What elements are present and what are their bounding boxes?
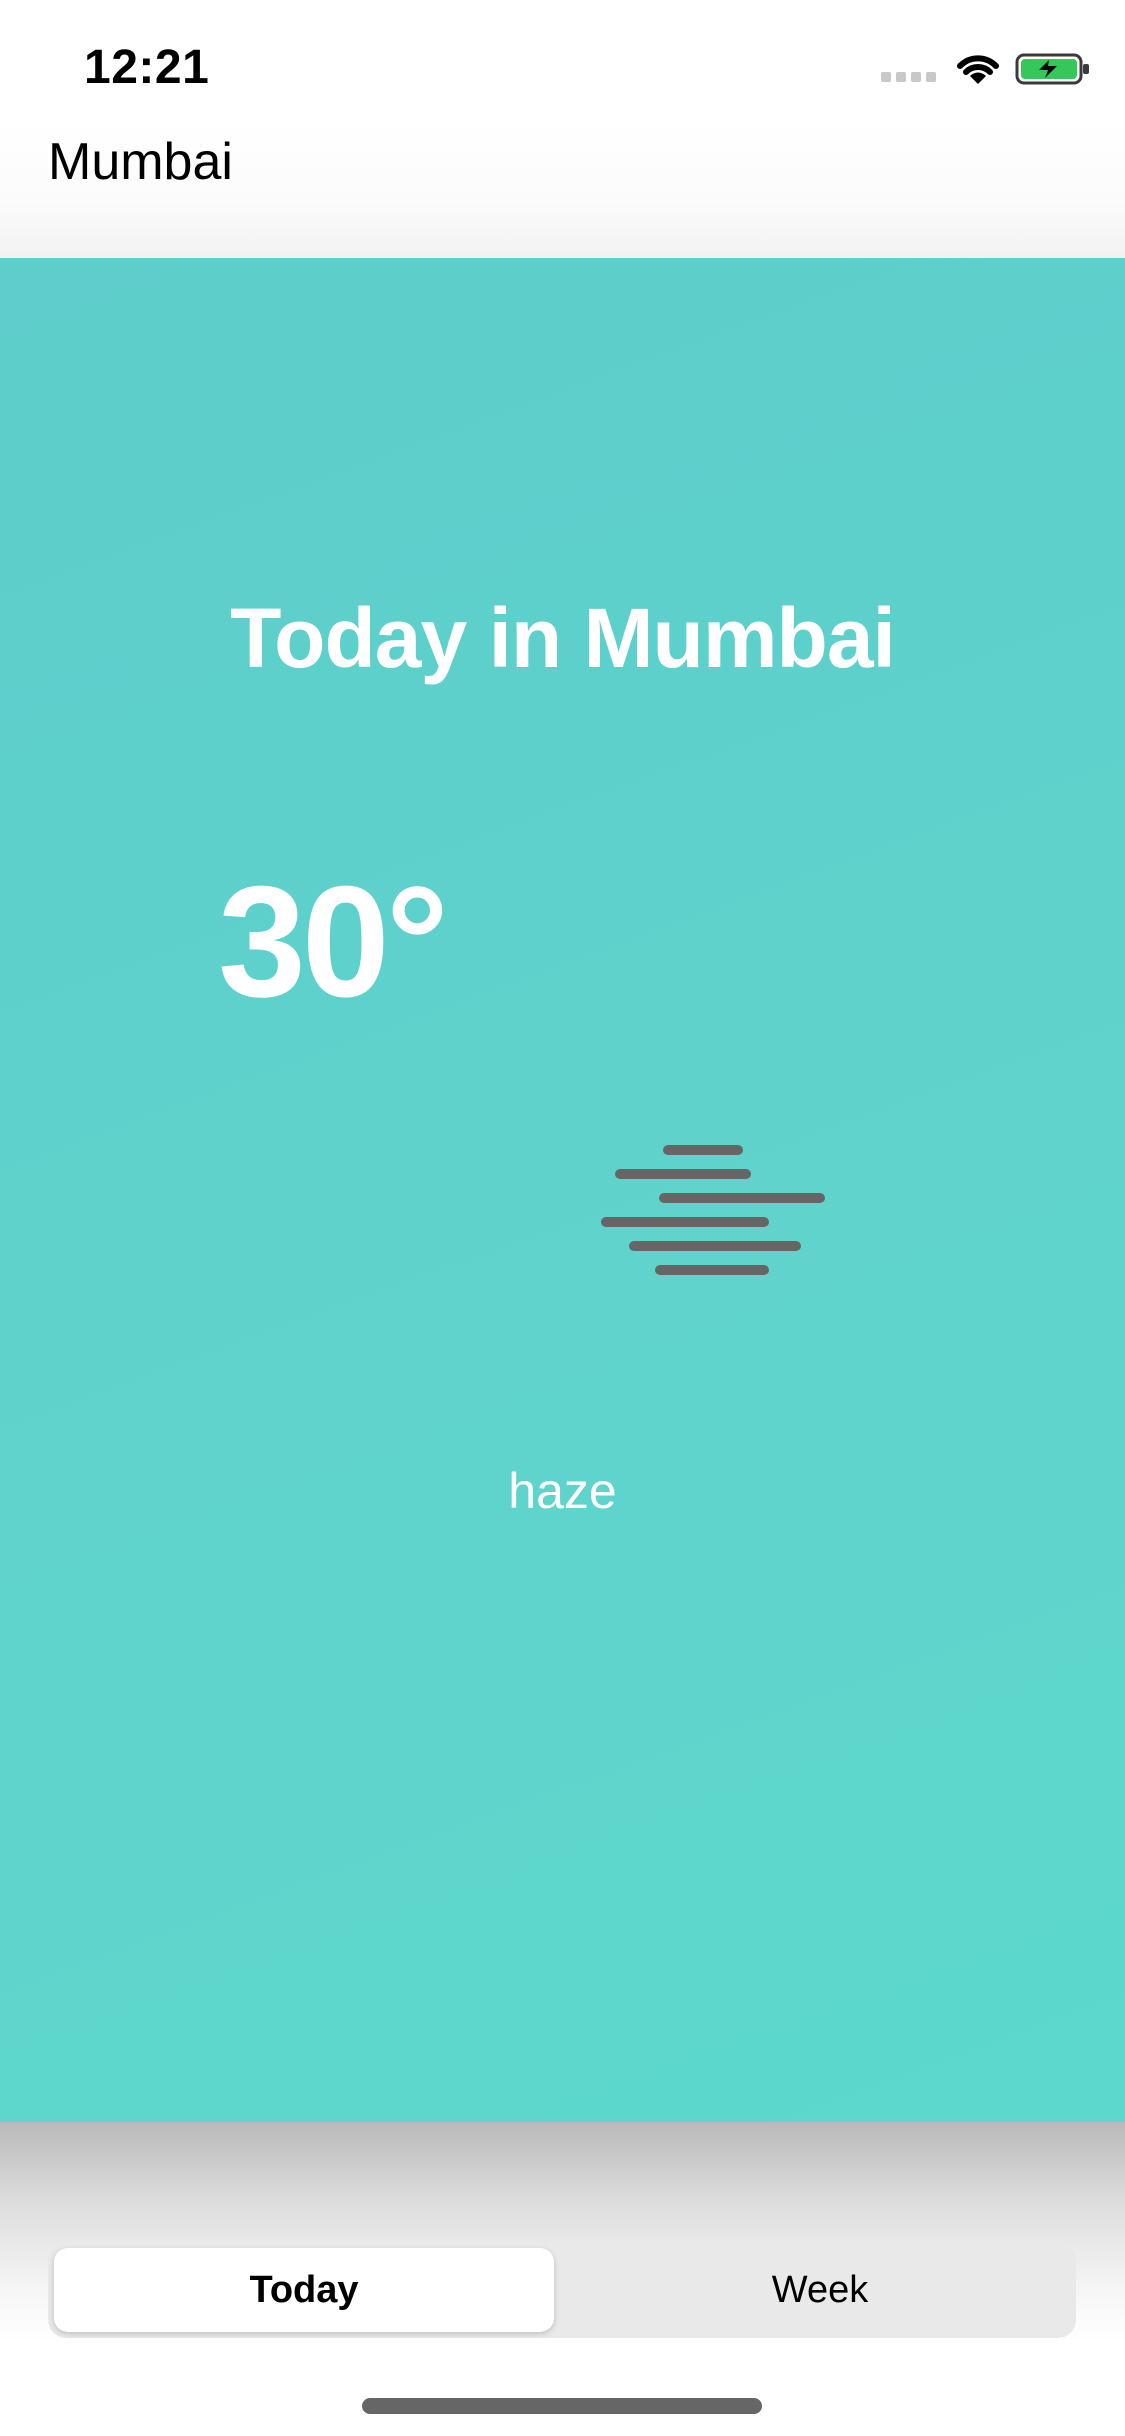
battery-icon [1015,53,1089,85]
segment-today[interactable]: Today [54,2242,554,2338]
weather-title: Today in Mumbai [230,591,896,685]
nav-title: Mumbai [48,133,233,191]
home-indicator[interactable] [362,2398,762,2414]
wifi-icon [957,55,999,84]
weather-card [0,258,1125,2122]
segment-week[interactable]: Week [570,2242,1070,2338]
status-time: 12:21 [84,41,210,94]
temperature: 30° [218,854,449,1030]
status-bar: 12:21 [0,0,1125,132]
weather-condition: haze [508,1463,617,1519]
segmented-control: Today Week [48,2242,1076,2338]
cellular-signal-icon [881,72,936,82]
haze-icon [601,1145,825,1275]
